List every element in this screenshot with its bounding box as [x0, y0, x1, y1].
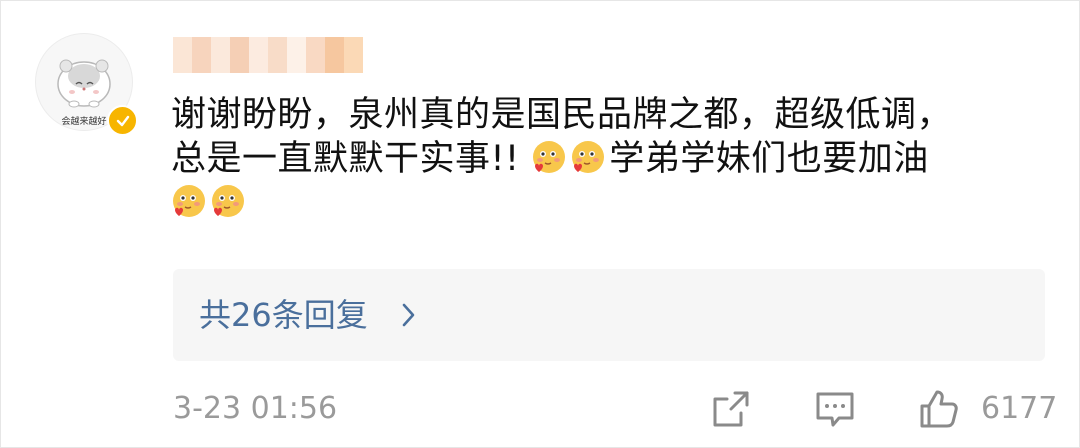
blush-heart-emoji-icon	[531, 139, 568, 176]
blush-heart-emoji-icon	[210, 183, 247, 220]
verified-badge-icon	[107, 105, 138, 136]
view-replies-button[interactable]: 共26条回复	[173, 269, 1045, 361]
comment-line-1: 谢谢盼盼，泉州真的是国民品牌之都，超级低调，	[171, 95, 953, 135]
chevron-right-icon	[402, 303, 415, 327]
timestamp: 3-23 01:56	[173, 391, 338, 426]
blush-heart-emoji-icon	[171, 183, 208, 220]
comment-line-2-text: 总是一直默默干实事!!	[171, 139, 520, 179]
comment-icon[interactable]	[813, 387, 857, 431]
comment-line-3	[171, 181, 1051, 225]
comment-line-2: 总是一直默默干实事!! 学弟学妹们也要加油	[171, 137, 1051, 181]
comment-line-2-suffix: 学弟学妹们也要加油	[609, 139, 929, 179]
like-thumbs-up-icon[interactable]	[917, 387, 961, 431]
replies-count-label: 共26条回复	[199, 296, 368, 334]
blush-heart-emoji-icon	[570, 139, 607, 176]
username-blurred[interactable]	[173, 37, 363, 73]
share-icon[interactable]	[709, 387, 753, 431]
comment-text: 谢谢盼盼，泉州真的是国民品牌之都，超级低调， 总是一直默默干实事!! 学弟学妹们…	[171, 93, 1051, 225]
like-count: 6177	[981, 391, 1058, 426]
comment-card: 会越来越好 谢谢盼盼，泉州真的是国民品牌之都，超级低调， 总是一直默默干实事!!	[0, 0, 1080, 448]
